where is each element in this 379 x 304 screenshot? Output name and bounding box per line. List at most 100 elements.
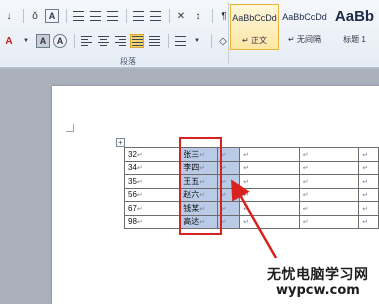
cell-number[interactable]: 67↵ bbox=[123, 201, 181, 216]
cell-number-text: 98 bbox=[128, 217, 137, 227]
paragraph-mark-icon: ↵ bbox=[243, 151, 250, 159]
table-row[interactable]: 67↵ 钱某↵ ↵ ↵ ↵ ↵ bbox=[123, 201, 379, 216]
sort-icon[interactable]: ↕ bbox=[191, 9, 205, 23]
separator bbox=[211, 34, 212, 48]
style-normal[interactable]: AaBbCcDd ↵ 正文 bbox=[230, 4, 279, 50]
style-name: ↵ 无间隔 bbox=[288, 35, 321, 44]
cell-empty[interactable]: ↵ bbox=[358, 147, 379, 162]
style-heading-1[interactable]: AaBb 标题 1 bbox=[330, 4, 379, 50]
cell-number[interactable]: 32↵ bbox=[123, 147, 181, 162]
font-color-icon[interactable]: A bbox=[2, 34, 16, 48]
cell-empty[interactable]: ↵ bbox=[358, 187, 379, 202]
paragraph-mark-icon: ↵ bbox=[243, 219, 250, 227]
styles-gallery: AaBbCcDd ↵ 正文 AaBbCcDd ↵ 无间隔 AaBb 标题 1 bbox=[230, 4, 379, 50]
cell-empty[interactable]: ↵ bbox=[298, 147, 360, 162]
separator bbox=[169, 9, 170, 23]
paragraph-mark-icon: ↵ bbox=[302, 178, 309, 186]
table-row[interactable]: 98↵ 高达↵ ↵ ↵ ↵ ↵ bbox=[123, 214, 379, 229]
decrease-indent-icon[interactable] bbox=[131, 9, 145, 23]
separator bbox=[23, 9, 24, 23]
table-row[interactable]: 32↵ 张三↵ ↵ ↵ ↵ ↵ bbox=[123, 147, 379, 162]
paragraph-mark-icon: ↵ bbox=[362, 151, 369, 159]
cell-empty[interactable]: ↵ bbox=[239, 187, 300, 202]
style-no-spacing[interactable]: AaBbCcDd ↵ 无间隔 bbox=[280, 4, 329, 50]
char-border-icon[interactable]: A bbox=[45, 9, 59, 23]
cell-empty[interactable]: ↵ bbox=[358, 160, 379, 175]
cell-empty[interactable]: ↵ bbox=[239, 147, 300, 162]
paragraph-mark-icon: ↵ bbox=[136, 165, 143, 173]
table-row[interactable]: 56↵ 赵六↵ ↵ ↵ ↵ ↵ bbox=[123, 187, 379, 202]
cell-empty[interactable]: ↵ bbox=[298, 160, 360, 175]
dropdown-arrow-icon[interactable]: ▼ bbox=[190, 34, 204, 48]
paragraph-mark-icon: ↵ bbox=[302, 219, 309, 227]
cell-empty[interactable]: ↵ bbox=[239, 214, 300, 229]
paragraph-mark-icon: ↵ bbox=[302, 192, 309, 200]
cell-empty[interactable]: ↵ bbox=[358, 174, 379, 189]
justify-icon[interactable] bbox=[130, 34, 144, 48]
cell-number-text: 34 bbox=[128, 163, 137, 173]
paragraph-mark-icon: ↵ bbox=[362, 192, 369, 200]
cell-empty[interactable]: ↵ bbox=[298, 187, 360, 202]
chinese-layout-icon[interactable]: ✕ bbox=[174, 9, 188, 23]
separator bbox=[66, 9, 67, 23]
cell-number[interactable]: 98↵ bbox=[123, 214, 181, 229]
cell-number-text: 35 bbox=[128, 176, 137, 186]
document-table[interactable]: 32↵ 张三↵ ↵ ↵ ↵ ↵ 34↵ 李四↵ ↵ ↵ ↵ ↵ 35↵ 王五↵ ↵ ↵ ↵ ↵ 56↵ 赵六↵ ↵ ↵ ↵ ↵… bbox=[123, 147, 379, 229]
paragraph-mark-icon: ↵ bbox=[302, 165, 309, 173]
paragraph-mark-icon: ↵ bbox=[136, 151, 143, 159]
enclose-char-icon[interactable]: A bbox=[53, 34, 67, 48]
paragraph-mark-icon: ↵ bbox=[243, 178, 250, 186]
align-center-icon[interactable] bbox=[96, 34, 110, 48]
style-name: ↵ 正文 bbox=[242, 36, 267, 45]
style-sample: AaBbCcDd bbox=[232, 13, 277, 23]
table-move-handle[interactable]: + bbox=[116, 138, 125, 147]
cell-empty[interactable]: ↵ bbox=[298, 201, 360, 216]
watermark-title: 无忧电脑学习网 bbox=[267, 267, 369, 283]
style-name: 标题 1 bbox=[343, 35, 366, 44]
line-spacing-icon[interactable] bbox=[173, 34, 187, 48]
paragraph-mark-icon: ↵ bbox=[136, 178, 143, 186]
cell-number[interactable]: 35↵ bbox=[123, 174, 181, 189]
dropdown-arrow-icon[interactable]: ▼ bbox=[19, 34, 33, 48]
cell-number[interactable]: 56↵ bbox=[123, 187, 181, 202]
align-left-icon[interactable] bbox=[79, 34, 93, 48]
ribbon: ↓ ǒ A ✕ ↕ ¶ A ▼ A A ▼ ◇ 段落 AaBbCcDd ↵ 正文… bbox=[0, 0, 379, 68]
cell-empty[interactable]: ↵ bbox=[358, 201, 379, 216]
cell-number-text: 32 bbox=[128, 149, 137, 159]
multilevel-list-icon[interactable] bbox=[105, 9, 119, 23]
paragraph-mark-icon: ↵ bbox=[136, 219, 143, 227]
paragraph-mark-icon: ↵ bbox=[362, 178, 369, 186]
annotation-highlight-box bbox=[179, 137, 222, 235]
cell-number-text: 67 bbox=[128, 203, 137, 213]
cell-empty[interactable]: ↵ bbox=[298, 174, 360, 189]
font-size-icon[interactable]: ↓ bbox=[2, 9, 16, 23]
bullets-icon[interactable] bbox=[71, 9, 85, 23]
cell-number[interactable]: 34↵ bbox=[123, 160, 181, 175]
align-right-icon[interactable] bbox=[113, 34, 127, 48]
paragraph-mark-icon: ↵ bbox=[362, 165, 369, 173]
group-divider bbox=[228, 2, 229, 64]
watermark-url: wypcw.com bbox=[276, 283, 360, 298]
separator bbox=[212, 9, 213, 23]
cell-empty[interactable]: ↵ bbox=[358, 214, 379, 229]
paragraph-mark-icon: ↵ bbox=[362, 219, 369, 227]
numbering-icon[interactable] bbox=[88, 9, 102, 23]
paragraph-mark-icon: ↵ bbox=[302, 151, 309, 159]
separator bbox=[74, 34, 75, 48]
char-shading-icon[interactable]: A bbox=[36, 34, 50, 48]
table-row[interactable]: 34↵ 李四↵ ↵ ↵ ↵ ↵ bbox=[123, 160, 379, 175]
cell-empty[interactable]: ↵ bbox=[239, 174, 300, 189]
cell-empty[interactable]: ↵ bbox=[239, 201, 300, 216]
phonetic-guide-icon[interactable]: ǒ bbox=[28, 9, 42, 23]
style-sample: AaBbCcDd bbox=[282, 12, 327, 22]
cell-empty[interactable]: ↵ bbox=[298, 214, 360, 229]
increase-indent-icon[interactable] bbox=[148, 9, 162, 23]
table-row[interactable]: 35↵ 王五↵ ↵ ↵ ↵ ↵ bbox=[123, 174, 379, 189]
cell-empty[interactable]: ↵ bbox=[239, 160, 300, 175]
distributed-icon[interactable] bbox=[147, 34, 161, 48]
ribbon-row-1: ↓ ǒ A ✕ ↕ ¶ bbox=[2, 6, 234, 26]
style-sample: AaBb bbox=[334, 8, 375, 25]
separator bbox=[126, 9, 127, 23]
paragraph-group-label: 段落 bbox=[120, 57, 136, 66]
paragraph-mark-icon: ↵ bbox=[243, 192, 250, 200]
